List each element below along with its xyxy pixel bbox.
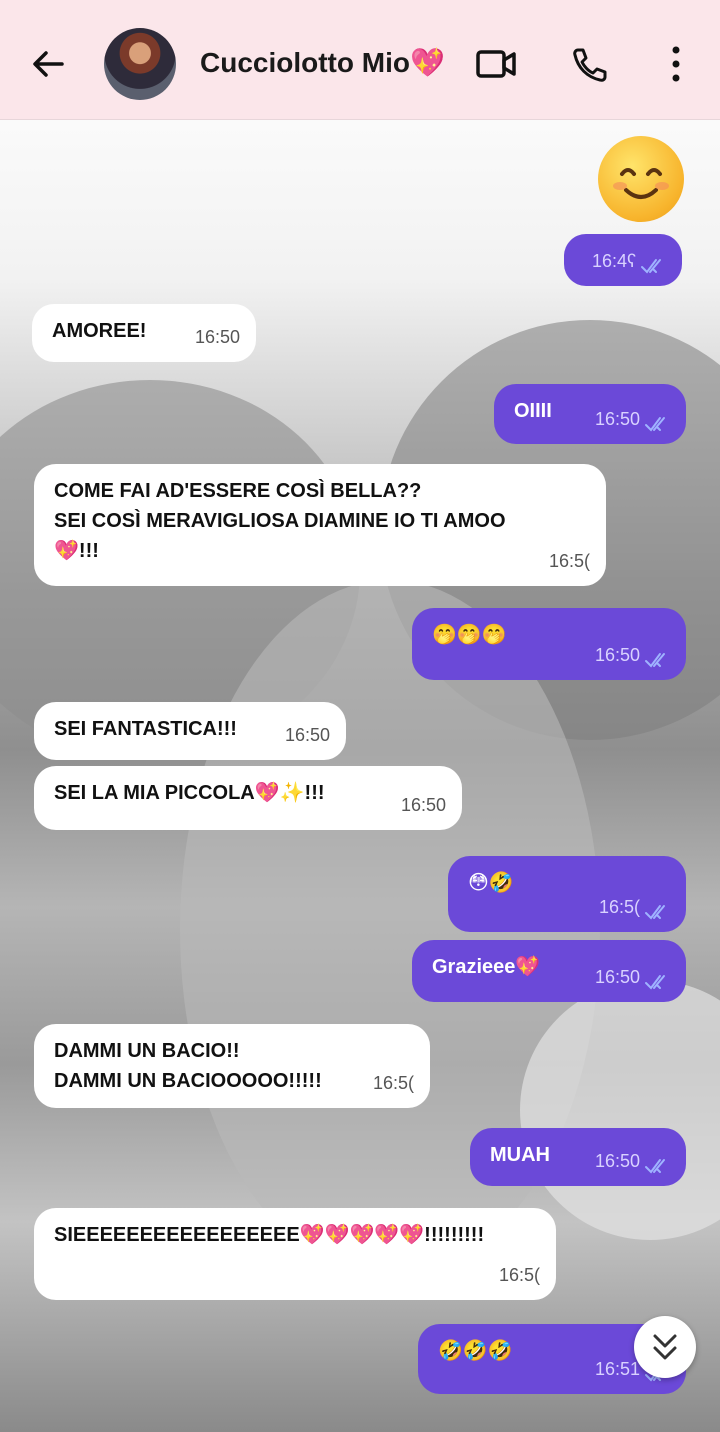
incoming-message[interactable]: AMOREE! 16:50 [32, 304, 256, 362]
avatar[interactable] [104, 28, 176, 100]
video-camera-icon[interactable] [474, 44, 518, 84]
contact-name[interactable]: Cucciolotto Mio💖 [200, 46, 445, 79]
message-time: 16:50 [594, 645, 640, 665]
emoji-face-icon [613, 168, 669, 199]
scroll-to-bottom-button[interactable] [634, 1316, 696, 1378]
incoming-message[interactable]: SEI FANTASTICA!!! 16:50 [34, 702, 346, 760]
read-receipt-icon [641, 259, 661, 274]
outgoing-message[interactable]: Grazieee💖 16:50 [412, 940, 686, 1002]
incoming-message[interactable]: SIEEEEEEEEEEEEEEEEE💖💖💖💖💖!!!!!!!!! 16:5( [34, 1208, 556, 1300]
message-text: SEI LA MIA PICCOLA💖✨!!! [54, 782, 325, 804]
more-vertical-icon[interactable] [654, 44, 698, 84]
read-receipt-icon [645, 975, 665, 990]
message-time: 16:50 [594, 967, 640, 987]
message-text: COME FAI AD'ESSERE COSÌ BELLA?? SEI COSÌ… [54, 480, 506, 562]
incoming-message[interactable]: DAMMI UN BACIO!! DAMMI UN BACIOOOOO!!!!!… [34, 1024, 430, 1108]
message-time: 16:5( [598, 897, 640, 917]
chat-header: Cucciolotto Mio💖 [0, 0, 720, 120]
phone-icon[interactable] [570, 44, 614, 84]
message-time: 16:5( [372, 1073, 414, 1093]
outgoing-message[interactable]: 16:4ʕ [564, 234, 682, 286]
incoming-message[interactable]: SEI LA MIA PICCOLA💖✨!!! 16:50 [34, 766, 462, 830]
outgoing-message[interactable]: 🤭🤭🤭 16:50 [412, 608, 686, 680]
read-receipt-icon [645, 1159, 665, 1174]
message-time: 16:50 [400, 795, 446, 815]
outgoing-message[interactable]: OIIII 16:50 [494, 384, 686, 444]
message-time: 16:5( [498, 1265, 540, 1285]
message-time: 16:50 [594, 1151, 640, 1171]
message-time: 16:4ʕ [591, 251, 636, 271]
outgoing-message[interactable]: 😳🤣 16:5( [448, 856, 686, 932]
double-chevron-down-icon [653, 1334, 677, 1360]
outgoing-message[interactable]: MUAH 16:50 [470, 1128, 686, 1186]
read-receipt-icon [645, 905, 665, 920]
message-text: SIEEEEEEEEEEEEEEEEE💖💖💖💖💖!!!!!!!!! [54, 1224, 485, 1246]
incoming-message[interactable]: COME FAI AD'ESSERE COSÌ BELLA?? SEI COSÌ… [34, 464, 606, 586]
message-text: DAMMI UN BACIO!! DAMMI UN BACIOOOOO!!!!! [54, 1040, 322, 1092]
message-time: 16:50 [284, 725, 330, 745]
message-time: 16:50 [594, 409, 640, 429]
read-receipt-icon [645, 653, 665, 668]
message-time: 16:5( [548, 551, 590, 571]
message-time: 16:50 [194, 327, 240, 347]
read-receipt-icon [645, 417, 665, 432]
arrow-left-icon[interactable] [28, 44, 68, 84]
